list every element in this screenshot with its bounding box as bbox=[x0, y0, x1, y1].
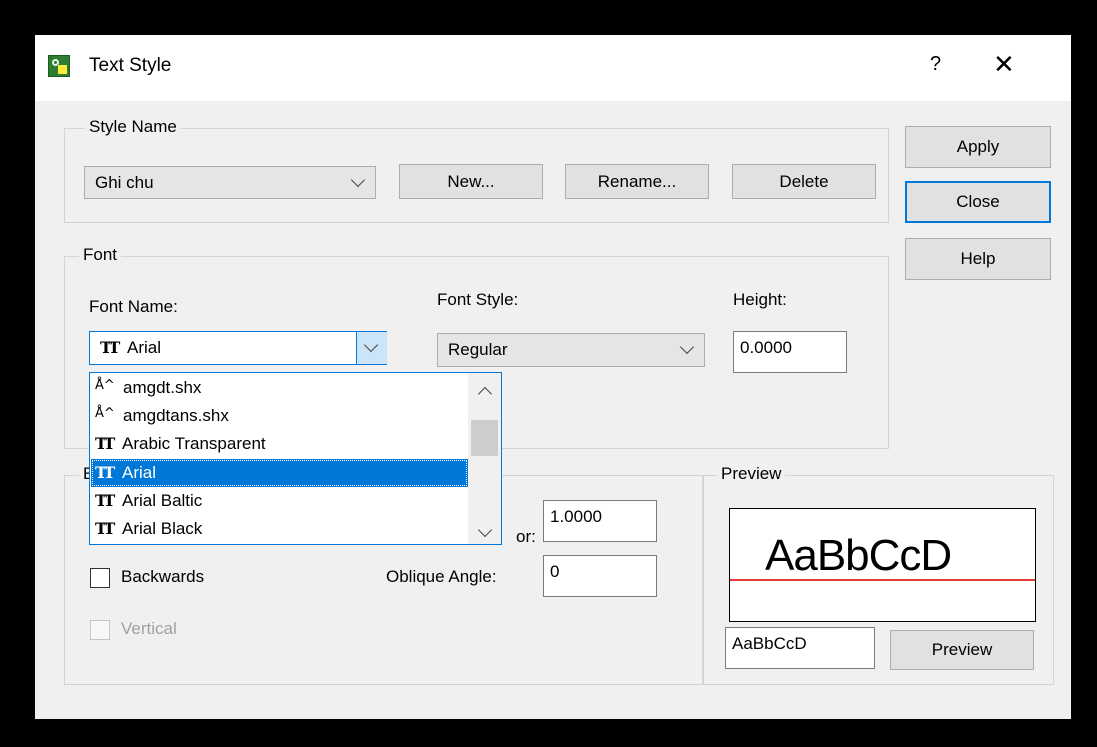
delete-style-button[interactable]: Delete bbox=[732, 164, 876, 199]
list-item[interactable]: TT Arial Baltic bbox=[91, 487, 468, 515]
shx-font-icon: Å^ bbox=[95, 377, 115, 393]
truetype-font-icon: TT bbox=[95, 491, 115, 510]
chevron-down-icon bbox=[363, 337, 379, 353]
list-item[interactable]: TT Arial Black bbox=[91, 515, 468, 543]
scroll-up-arrow-icon[interactable] bbox=[477, 386, 493, 402]
font-name-label: Font Name: bbox=[89, 297, 178, 316]
font-name-dropdown-button[interactable] bbox=[356, 332, 387, 364]
preview-group-label: Preview bbox=[717, 464, 786, 484]
height-label: Height: bbox=[733, 290, 787, 309]
preview-baseline bbox=[730, 579, 1035, 581]
truetype-font-icon: TT bbox=[95, 519, 115, 538]
chevron-down-icon bbox=[679, 339, 695, 355]
list-item-label: amgdtans.shx bbox=[123, 406, 229, 425]
list-item-label: Arial Black bbox=[122, 519, 203, 538]
text-style-app-icon bbox=[48, 55, 70, 77]
dropdown-scrollbar[interactable] bbox=[468, 373, 501, 544]
vertical-checkbox bbox=[90, 620, 110, 640]
list-item-label: Arial bbox=[122, 463, 157, 482]
chevron-down-icon bbox=[350, 172, 366, 188]
shx-font-icon: Å^ bbox=[95, 405, 115, 421]
font-name-dropdown-list: Å^ amgdt.shx Å^ amgdtans.shx TT Arabic T… bbox=[89, 372, 502, 545]
truetype-font-icon: TT bbox=[95, 463, 115, 482]
text-style-dialog: Text Style ? ✕ Style Name Ghi chu New...… bbox=[35, 35, 1071, 719]
list-item[interactable]: Å^ amgdtans.shx bbox=[91, 402, 468, 430]
height-input[interactable]: 0.0000 bbox=[733, 331, 847, 373]
list-item-label: amgdt.shx bbox=[123, 378, 202, 397]
font-group-label: Font bbox=[79, 245, 122, 265]
close-button[interactable]: Close bbox=[905, 181, 1051, 223]
list-item-label: Arial Baltic bbox=[122, 491, 203, 510]
apply-button[interactable]: Apply bbox=[905, 126, 1051, 168]
help-icon[interactable]: ? bbox=[930, 53, 941, 76]
title-bar: Text Style ? ✕ bbox=[35, 35, 1071, 101]
font-style-value: Regular bbox=[448, 340, 508, 359]
list-item[interactable]: Å^ amgdt.shx bbox=[91, 374, 468, 402]
list-item[interactable]: TT Arabic Transparent bbox=[91, 430, 468, 458]
style-name-select[interactable]: Ghi chu bbox=[84, 166, 376, 199]
list-item-label: Arabic Transparent bbox=[122, 434, 266, 453]
preview-button[interactable]: Preview bbox=[890, 630, 1034, 670]
font-name-value: Arial bbox=[127, 338, 162, 357]
truetype-font-icon: TT bbox=[100, 338, 120, 357]
font-name-value-wrap: TT Arial bbox=[100, 338, 161, 358]
rename-style-button[interactable]: Rename... bbox=[565, 164, 709, 199]
window-title: Text Style bbox=[89, 55, 172, 76]
width-factor-input[interactable]: 1.0000 bbox=[543, 500, 657, 542]
oblique-angle-input[interactable]: 0 bbox=[543, 555, 657, 597]
truetype-font-icon: TT bbox=[95, 434, 115, 453]
font-name-select[interactable]: TT Arial bbox=[89, 331, 387, 365]
help-button[interactable]: Help bbox=[905, 238, 1051, 280]
close-icon[interactable]: ✕ bbox=[993, 49, 1015, 80]
backwards-label: Backwards bbox=[121, 567, 205, 586]
preview-canvas: AaBbCcD bbox=[729, 508, 1036, 622]
oblique-angle-label: Oblique Angle: bbox=[386, 567, 497, 586]
new-style-button[interactable]: New... bbox=[399, 164, 543, 199]
style-name-group-label: Style Name bbox=[85, 117, 181, 137]
font-style-label: Font Style: bbox=[437, 290, 519, 309]
backwards-checkbox[interactable] bbox=[90, 568, 110, 588]
scrollbar-thumb[interactable] bbox=[471, 420, 498, 456]
preview-sample-text: AaBbCcD bbox=[765, 531, 952, 580]
preview-text-input[interactable]: AaBbCcD bbox=[725, 627, 875, 669]
list-item-selected[interactable]: TT Arial bbox=[91, 459, 468, 487]
font-style-select[interactable]: Regular bbox=[437, 333, 705, 367]
style-name-value: Ghi chu bbox=[95, 172, 154, 192]
width-factor-label: or: bbox=[516, 527, 536, 546]
scroll-down-arrow-icon[interactable] bbox=[477, 522, 493, 538]
style-name-group-label-text: Style Name bbox=[89, 117, 177, 136]
vertical-label: Vertical bbox=[121, 619, 177, 638]
